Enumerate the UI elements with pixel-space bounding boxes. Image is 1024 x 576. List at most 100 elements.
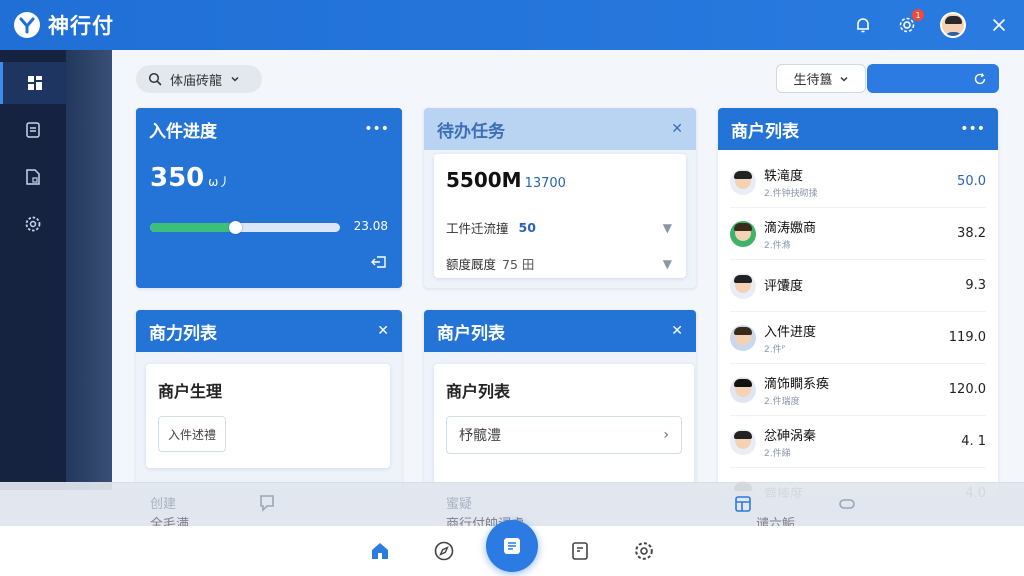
merchant-list-mid-subtitle: 商户列表 [446, 382, 511, 401]
merchant-row[interactable]: 滴饰瞷系痪 2.件瑞度 120.0 [730, 364, 986, 416]
document-icon [26, 122, 40, 138]
task-row[interactable]: 额度厩度 75 田 ▼ [446, 254, 672, 273]
tasks-card-title: 待办任务 [437, 121, 505, 142]
merchant-select[interactable]: 杼髋澧 › [446, 416, 682, 454]
merchant-value: 50.0 [957, 174, 986, 189]
merchant-row[interactable]: 忿砷涡秦 2.件綈 4. 1 [730, 416, 986, 468]
feature-search-button[interactable]: 体庙砖龍 [136, 65, 262, 93]
bottom-nav-settings[interactable] [622, 529, 666, 573]
top-bar: 神行付 1 [0, 0, 1024, 50]
progress-card-header: 入件进度 ••• [136, 108, 402, 150]
close-icon[interactable]: ✕ [377, 323, 389, 339]
document-icon [504, 538, 520, 554]
notification-badge: 1 [912, 9, 924, 21]
close-icon[interactable]: ✕ [671, 121, 683, 137]
intake-button[interactable]: 入件述禮 [158, 416, 226, 452]
compass-icon [434, 541, 454, 561]
merchant-row[interactable]: 轶滝度 2.件钟抉砌揉 50.0 [730, 156, 986, 208]
settings-notification-icon[interactable]: 1 [896, 9, 924, 36]
bottom-nav-explore[interactable] [422, 529, 466, 573]
merchant-value: 119.0 [948, 330, 986, 345]
logo-icon [14, 12, 40, 38]
progress-percent: 23.08 [353, 219, 388, 233]
dashboard-icon [27, 76, 42, 90]
merchant-name: 滴涛嫐商 [764, 220, 817, 236]
merchant-mgmt-header: 商力列表 ✕ [136, 310, 402, 352]
merchant-avatar [730, 168, 756, 195]
progress-bar-fill[interactable] [150, 221, 243, 234]
sidebar-item-documents[interactable] [0, 109, 66, 151]
merchant-value: 9.3 [965, 278, 986, 293]
filter-select[interactable]: 生待簋 [776, 64, 866, 93]
merchant-avatar [730, 428, 756, 455]
progress-value: 350 ѡ丿 [150, 163, 231, 193]
app-title: 神行付 [48, 14, 114, 38]
progress-card: 入件进度 ••• 350 ѡ丿 23.08 [136, 108, 402, 288]
sidebar [0, 50, 112, 490]
merchant-name: 入件进度 [764, 324, 817, 340]
merchant-list-title: 商户列表 [731, 121, 799, 142]
merchant-value: 4. 1 [961, 434, 986, 449]
task-row[interactable]: 工件迁流撞 50 ▼ [446, 218, 672, 237]
gear-icon [25, 216, 41, 232]
merchant-name: 滴饰瞷系痪 [764, 376, 830, 392]
merchant-value: 120.0 [948, 382, 986, 397]
tasks-card-header: 待办任务 ✕ [424, 108, 696, 150]
primary-action-button[interactable] [867, 64, 999, 93]
trophy-icon[interactable]: ▼ [663, 257, 672, 271]
merchant-name: 轶滝度 [764, 168, 804, 184]
bottom-nav-home[interactable] [358, 529, 402, 573]
file-icon [572, 542, 588, 560]
merchant-avatar [730, 376, 756, 403]
more-icon[interactable]: ••• [960, 121, 985, 137]
bell-icon[interactable] [852, 14, 874, 36]
app-logo[interactable]: 神行付 [14, 10, 114, 40]
merchant-sub: 2.件钟抉砌揉 [764, 188, 818, 199]
trophy-icon[interactable]: ▼ [663, 221, 672, 235]
merchant-sub: 2.件瑞度 [764, 396, 800, 407]
bottom-nav-files[interactable] [558, 529, 602, 573]
merchant-sub: 2.件ᴾ [764, 344, 786, 355]
bottom-nav-documents[interactable] [486, 520, 538, 572]
merchant-list-mid-header: 商户列表 ✕ [424, 310, 696, 352]
gear-icon [635, 542, 653, 560]
tasks-headline: 5500M 13700 [446, 168, 566, 192]
chevron-down-icon [840, 76, 847, 81]
merchant-sub: 2.件滌 [764, 240, 791, 251]
merchant-mgmt-panel: 商户生理 入件述禮 [146, 364, 390, 468]
merchant-list-card: 商户列表 ••• 轶滝度 2.件钟抉砌揉 50.0 滴涛嫐商 2.件滌 38.2 评馕度 9.… [718, 108, 998, 498]
merchant-name: 忿砷涡秦 [764, 428, 817, 444]
progress-card-title: 入件进度 [149, 121, 217, 142]
sidebar-item-settings[interactable] [0, 203, 66, 245]
merchant-row[interactable]: 评馕度 9.3 [730, 260, 986, 312]
merchant-list-mid-card: 商户列表 ✕ 商户列表 杼髋澧 › [424, 310, 696, 490]
merchant-value: 38.2 [957, 226, 986, 241]
close-icon[interactable]: ✕ [671, 323, 683, 339]
ghost-text: 蜜疑 [446, 497, 473, 512]
merchant-avatar [730, 324, 756, 351]
layout-icon [735, 496, 751, 512]
chevron-down-icon [231, 76, 239, 82]
sidebar-item-dashboard[interactable] [0, 62, 66, 104]
merchant-list-header: 商户列表 ••• [718, 108, 998, 150]
main-content: 体庙砖龍 生待簋 入件进度 ••• 350 ѡ丿 23.08 待办任务 ✕ 550… [112, 50, 1024, 498]
merchant-avatar [730, 272, 756, 299]
sidebar-item-files[interactable] [0, 156, 66, 198]
refresh-icon [974, 72, 986, 84]
exit-icon[interactable] [370, 254, 388, 274]
close-icon[interactable] [988, 14, 1010, 36]
home-icon [372, 543, 388, 559]
merchant-avatar [730, 220, 756, 247]
merchant-row[interactable]: 入件进度 2.件ᴾ 119.0 [730, 312, 986, 364]
merchant-mgmt-title: 商力列表 [149, 323, 217, 344]
more-icon[interactable]: ••• [364, 121, 389, 137]
ghost-text: 创建 [150, 497, 177, 512]
merchant-mgmt-card: 商力列表 ✕ 商户生理 入件述禮 [136, 310, 402, 490]
user-avatar[interactable] [940, 12, 966, 38]
merchant-name: 评馕度 [764, 279, 804, 294]
filter-select-label: 生待簋 [793, 73, 833, 88]
search-label: 体庙砖龍 [170, 73, 223, 89]
link-icon [839, 499, 855, 509]
merchant-row[interactable]: 滴涛嫐商 2.件滌 38.2 [730, 208, 986, 260]
progress-bar [150, 221, 340, 234]
